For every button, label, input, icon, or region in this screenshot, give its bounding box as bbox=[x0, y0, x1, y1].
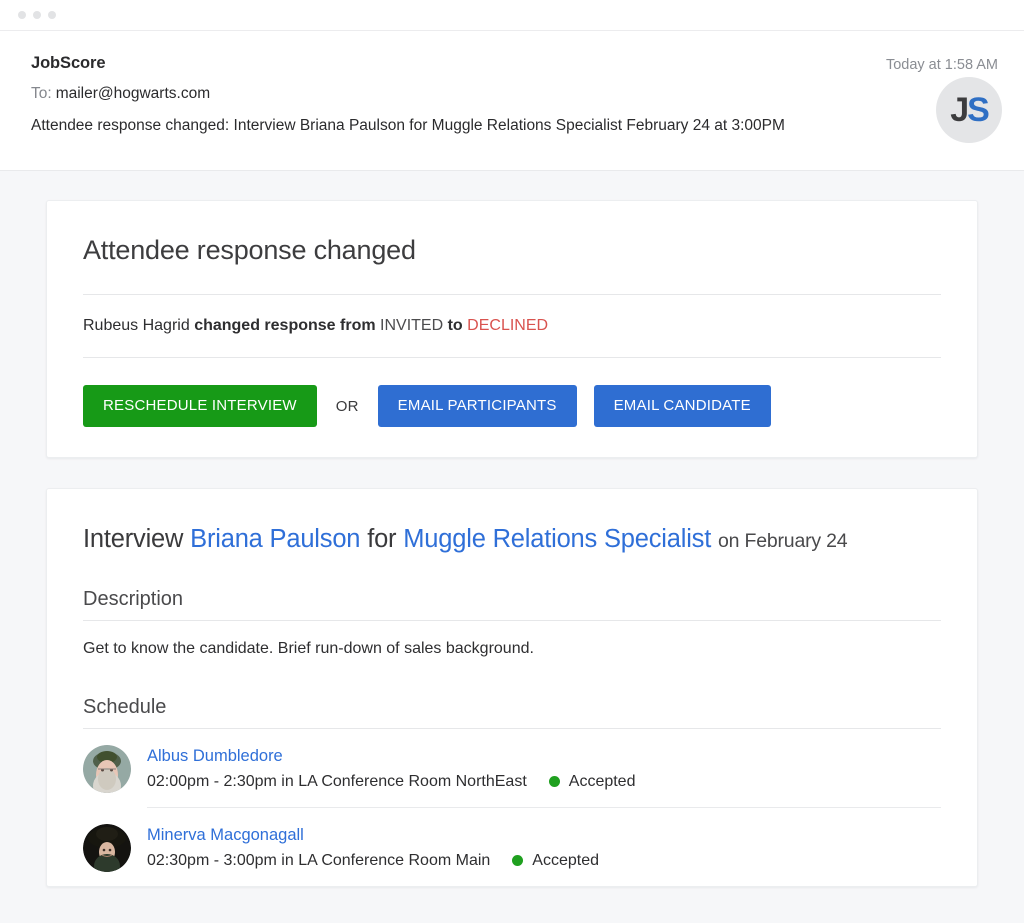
attendee-link[interactable]: Albus Dumbledore bbox=[147, 745, 283, 767]
interview-title-middle: for bbox=[367, 525, 397, 553]
or-separator-label: OR bbox=[335, 397, 359, 415]
candidate-link[interactable]: Briana Paulson bbox=[190, 525, 360, 553]
to-label: To: bbox=[31, 85, 52, 102]
response-status-line: Rubeus Hagrid changed response from INVI… bbox=[83, 295, 941, 357]
avatar-initial-j: J bbox=[950, 91, 969, 129]
window-titlebar bbox=[0, 0, 1024, 31]
reschedule-interview-button[interactable]: RESCHEDULE INTERVIEW bbox=[83, 385, 317, 427]
traffic-light-dots bbox=[18, 11, 56, 19]
schedule-row-detail: 02:30pm - 3:00pm in LA Conference Room M… bbox=[147, 849, 941, 872]
avatar-initial-s: S bbox=[967, 91, 990, 129]
status-dot-icon bbox=[512, 855, 524, 866]
schedule-row: Albus Dumbledore 02:00pm - 2:30pm in LA … bbox=[83, 729, 941, 807]
attendee-link[interactable]: Minerva Macgonagall bbox=[147, 824, 304, 846]
schedule-row-detail: 02:00pm - 2:30pm in LA Conference Room N… bbox=[147, 770, 941, 793]
attendee-status-badge: Accepted bbox=[512, 849, 599, 872]
albus-dumbledore-avatar-icon bbox=[83, 745, 131, 793]
attendee-status-label: Accepted bbox=[568, 773, 636, 790]
schedule-time-location: 02:30pm - 3:00pm in LA Conference Room M… bbox=[147, 852, 491, 869]
description-heading: Description bbox=[83, 588, 184, 610]
email-candidate-button[interactable]: EMAIL CANDIDATE bbox=[593, 385, 771, 427]
minerva-macgonagall-avatar-icon bbox=[83, 824, 131, 872]
interview-title-prefix: Interview bbox=[83, 525, 184, 553]
notice-card-title: Attendee response changed bbox=[83, 235, 416, 265]
interview-date: on February 24 bbox=[718, 530, 848, 552]
status-verb: changed response from bbox=[194, 317, 376, 334]
window-maximize-dot[interactable] bbox=[48, 11, 56, 19]
position-link[interactable]: Muggle Relations Specialist bbox=[403, 525, 711, 553]
email-header: JobScore Today at 1:58 AM JS To: mailer@h… bbox=[0, 31, 1024, 171]
window-minimize-dot[interactable] bbox=[33, 11, 41, 19]
status-from: INVITED bbox=[380, 317, 444, 334]
schedule-heading: Schedule bbox=[83, 696, 167, 718]
window-close-dot[interactable] bbox=[18, 11, 26, 19]
attendee-name: Rubeus Hagrid bbox=[83, 317, 190, 334]
jobscore-avatar-icon: JS bbox=[936, 77, 1002, 143]
interview-title: Interview Briana Paulson for Muggle Rela… bbox=[83, 523, 941, 557]
sender-name: JobScore bbox=[31, 54, 106, 72]
email-header-top-row: JobScore Today at 1:58 AM bbox=[31, 53, 998, 75]
status-to: DECLINED bbox=[467, 317, 549, 334]
attendee-response-card: Attendee response changed Rubeus Hagrid … bbox=[46, 200, 978, 458]
schedule-time-location: 02:00pm - 2:30pm in LA Conference Room N… bbox=[147, 773, 527, 790]
status-dot-icon bbox=[548, 776, 560, 787]
schedule-list: Albus Dumbledore 02:00pm - 2:30pm in LA … bbox=[83, 729, 941, 886]
schedule-row-info: Minerva Macgonagall 02:30pm - 3:00pm in … bbox=[147, 824, 941, 872]
email-header-meta: Today at 1:58 AM bbox=[886, 54, 998, 75]
schedule-row-info: Albus Dumbledore 02:00pm - 2:30pm in LA … bbox=[147, 745, 941, 793]
recipient-email[interactable]: mailer@hogwarts.com bbox=[56, 85, 210, 102]
email-subject: Attendee response changed: Interview Bri… bbox=[31, 117, 785, 134]
schedule-row: Minerva Macgonagall 02:30pm - 3:00pm in … bbox=[83, 807, 941, 886]
recipient-line: To: mailer@hogwarts.com bbox=[31, 83, 998, 104]
description-text: Get to know the candidate. Brief run-dow… bbox=[83, 640, 534, 657]
status-to-word: to bbox=[447, 317, 463, 334]
attendee-status-label: Accepted bbox=[532, 852, 600, 869]
email-client-window: JobScore Today at 1:58 AM JS To: mailer@h… bbox=[0, 0, 1024, 923]
email-body: Attendee response changed Rubeus Hagrid … bbox=[0, 171, 1024, 887]
email-timestamp: Today at 1:58 AM bbox=[885, 57, 998, 73]
interview-details-card: Interview Briana Paulson for Muggle Rela… bbox=[46, 488, 978, 887]
notice-actions: RESCHEDULE INTERVIEW OR EMAIL PARTICIPAN… bbox=[83, 358, 941, 427]
attendee-status-badge: Accepted bbox=[548, 770, 636, 793]
email-participants-button[interactable]: EMAIL PARTICIPANTS bbox=[377, 385, 577, 427]
